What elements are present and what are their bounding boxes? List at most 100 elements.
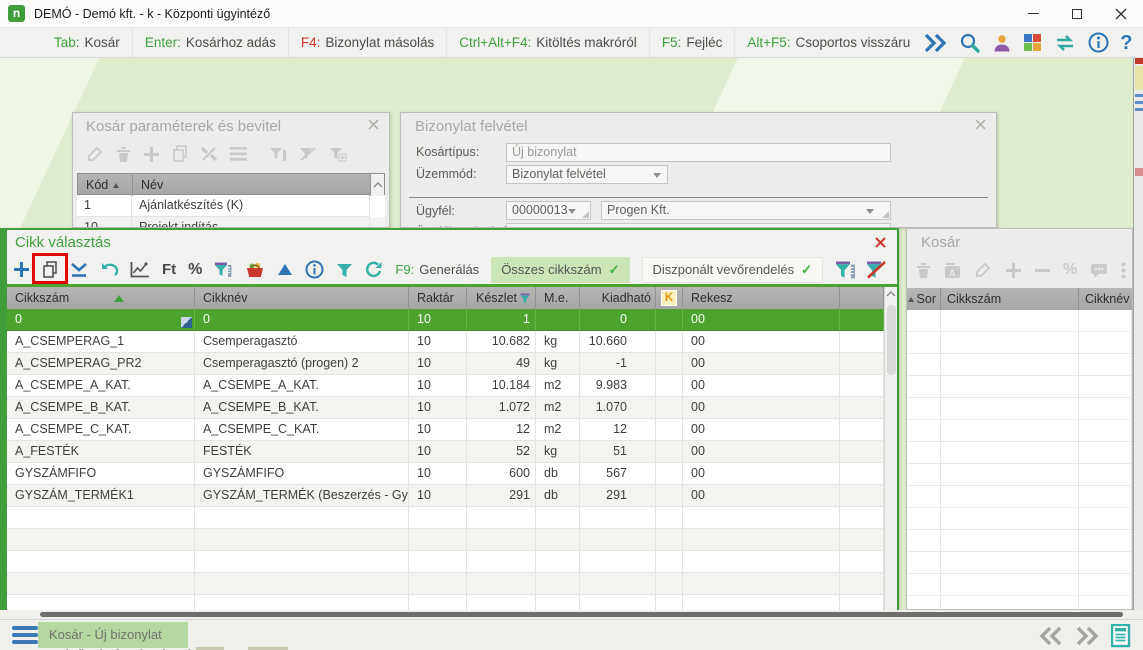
cikk-table-cell[interactable] (840, 397, 884, 419)
kosar-table-cell[interactable] (907, 420, 941, 442)
kosar-table-row[interactable] (907, 486, 1132, 508)
cikk-table-cell[interactable]: m2 (536, 419, 580, 441)
column-header-nev[interactable]: Név (133, 174, 371, 196)
cikk-table-cell[interactable] (840, 375, 884, 397)
cikk-table-cell[interactable] (467, 551, 536, 573)
add-plus-icon[interactable] (13, 261, 30, 278)
kosar-table-row[interactable] (907, 574, 1132, 596)
column-header-cikknev[interactable]: Cikknév (195, 287, 409, 309)
cikk-table-cell[interactable]: kg (536, 353, 580, 375)
cikk-table-cell[interactable]: 10.184 (467, 375, 536, 397)
cikk-table-cell[interactable] (536, 595, 580, 610)
column-header-cikkszam[interactable]: Cikkszám (7, 287, 195, 309)
filter-clear-icon[interactable] (299, 146, 317, 162)
cikk-table-cell[interactable] (683, 507, 840, 529)
filter-funnel-icon[interactable] (336, 262, 353, 278)
menu-lines-icon[interactable] (230, 147, 247, 161)
params-table-row[interactable]: 1Ajánlatkészítés (K) (77, 195, 385, 217)
cikk-table-row[interactable]: A_CSEMPE_A_KAT.A_CSEMPE_A_KAT.1010.184m2… (7, 375, 897, 397)
cikk-table-cell[interactable] (580, 507, 656, 529)
cikk-table-cell[interactable] (409, 595, 467, 610)
cikk-table-cell[interactable]: 10 (409, 331, 467, 353)
kosar-table-cell[interactable] (1079, 332, 1132, 354)
kosar-table-row[interactable] (907, 442, 1132, 464)
product-basket-icon[interactable] (245, 261, 265, 278)
kosar-table-cell[interactable] (907, 552, 941, 574)
document-report-icon[interactable] (1111, 624, 1131, 648)
kosar-table-row[interactable] (907, 596, 1132, 610)
shortcut-f9-generalas[interactable]: F9:Generálás (395, 262, 479, 277)
cikk-table-cell[interactable]: 10 (409, 419, 467, 441)
kosar-table-cell[interactable] (907, 508, 941, 530)
kosar-table-cell[interactable] (1079, 530, 1132, 552)
kosar-table-cell[interactable] (1079, 354, 1132, 376)
cikk-table-cell[interactable] (840, 573, 884, 595)
kosar-table-cell[interactable] (941, 442, 1079, 464)
cikk-table-cell[interactable] (7, 595, 195, 610)
scrollbar-up-arrow-icon[interactable] (371, 174, 384, 196)
cikk-table-cell[interactable] (840, 529, 884, 551)
page-forward-icon[interactable] (1075, 625, 1099, 647)
percent-icon[interactable]: % (1063, 261, 1077, 279)
cikk-table-cell[interactable]: 00 (683, 419, 840, 441)
cikk-table-row[interactable] (7, 595, 897, 610)
cikk-table-cell[interactable] (536, 309, 580, 331)
cikk-table-cell[interactable] (656, 353, 683, 375)
cikk-table-cell[interactable] (536, 507, 580, 529)
cikk-table-cell[interactable]: 10.682 (467, 331, 536, 353)
user-icon[interactable] (992, 33, 1012, 53)
kosar-table-cell[interactable] (941, 420, 1079, 442)
column-header-rekesz[interactable]: Rekesz (683, 287, 840, 309)
cikk-table-cell[interactable]: 291 (580, 485, 656, 507)
cikk-table-cell[interactable]: FESTÉK (195, 441, 409, 463)
minimize-button[interactable] (1011, 0, 1055, 27)
jump-bottom-icon[interactable] (70, 262, 88, 278)
cikk-table-cell[interactable]: A_CSEMPERAG_1 (7, 331, 195, 353)
kosar-table-cell[interactable] (941, 310, 1079, 332)
kosar-table-cell[interactable] (941, 376, 1079, 398)
filter-add-icon[interactable] (329, 146, 347, 162)
cikk-table-row[interactable]: 00101000 (7, 309, 897, 331)
cikk-table-row[interactable] (7, 507, 897, 529)
cikk-table-cell[interactable] (580, 529, 656, 551)
cikk-table-cell[interactable]: 00 (683, 441, 840, 463)
cikk-table-cell[interactable]: -1 (580, 353, 656, 375)
cikk-table-cell[interactable] (840, 331, 884, 353)
cikk-table-cell[interactable] (536, 573, 580, 595)
close-icon[interactable] (875, 237, 886, 248)
column-header-keszlet[interactable]: Készlet (467, 287, 536, 309)
edit-pencil-icon[interactable] (86, 145, 104, 163)
cikk-table-cell[interactable] (840, 595, 884, 610)
kosar-table-cell[interactable] (1079, 464, 1132, 486)
kosar-table-row[interactable] (907, 354, 1132, 376)
kosar-table-row[interactable] (907, 310, 1132, 332)
kosar-table-cell[interactable] (941, 574, 1079, 596)
column-header-kiadhato[interactable]: Kiadható (580, 287, 656, 309)
column-header-me[interactable]: M.e. (536, 287, 580, 309)
cikk-table-cell[interactable]: GYSZÁM_TERMÉK1 (7, 485, 195, 507)
cikk-table-cell[interactable]: 1 (467, 309, 536, 331)
cikk-table-cell[interactable] (195, 573, 409, 595)
cikk-table-cell[interactable] (840, 309, 884, 331)
cikk-table-cell[interactable]: 600 (467, 463, 536, 485)
cikk-table-cell[interactable] (536, 529, 580, 551)
refresh-icon[interactable] (365, 261, 383, 278)
kosartipus-field[interactable]: Új bizonylat (506, 143, 891, 162)
column-header-kod[interactable]: Kód (78, 174, 133, 196)
cikk-table-cell[interactable]: 00 (683, 331, 840, 353)
active-basket-tab[interactable]: Kosár - Új bizonylat (38, 622, 188, 648)
kosar-table-cell[interactable] (907, 530, 941, 552)
kosar-table-row[interactable] (907, 552, 1132, 574)
cikk-table-cell[interactable] (195, 595, 409, 610)
cikk-table-cell[interactable] (467, 573, 536, 595)
kosar-table-cell[interactable] (907, 310, 941, 332)
maximize-button[interactable] (1055, 0, 1099, 27)
kosar-table-row[interactable] (907, 398, 1132, 420)
cikk-table-cell[interactable] (580, 573, 656, 595)
kosar-table-cell[interactable] (1079, 442, 1132, 464)
shortcut-enter-kosarhoz-adas[interactable]: Enter:Kosárhoz adás (132, 28, 288, 57)
kosar-table-cell[interactable] (941, 552, 1079, 574)
delete-all-icon[interactable]: A (944, 262, 961, 279)
cikk-table-cell[interactable] (409, 573, 467, 595)
cikk-table-cell[interactable] (656, 375, 683, 397)
